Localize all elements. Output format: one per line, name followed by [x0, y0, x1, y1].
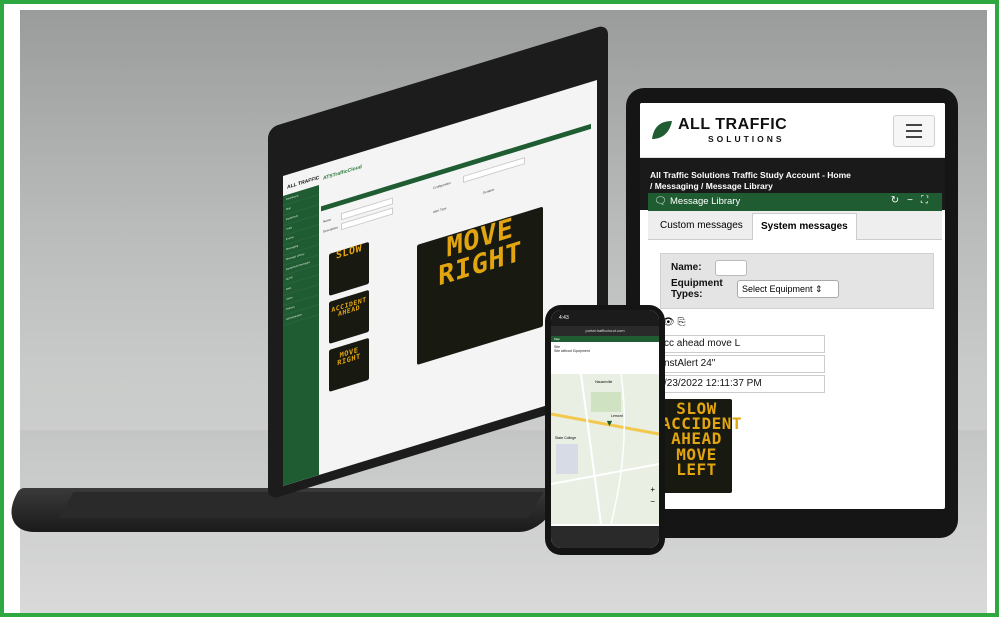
- laptop-name-label: Name: [323, 217, 332, 224]
- laptop-description-label: Description: [323, 225, 339, 234]
- panel-controls: ↻−⛶: [891, 195, 936, 206]
- minimize-icon[interactable]: −: [907, 195, 921, 206]
- message-library-panel-header: 🗨 Message Library ↻−⛶: [648, 193, 942, 211]
- message-date-cell: /23/2022 12:11:37 PM: [660, 375, 825, 393]
- phone-status-bar: 4:43: [551, 310, 659, 326]
- message-equipment-cell: nstAlert 24": [660, 355, 825, 373]
- chat-bubble-icon: 🗨: [654, 196, 667, 207]
- tablet-sign-preview: SLOW ACCIDENT AHEAD MOVE LEFT: [661, 399, 742, 493]
- tab-custom-messages[interactable]: Custom messages: [652, 213, 751, 239]
- phone-map[interactable]: Hauserville Lemont State College ▼ + −: [551, 374, 659, 524]
- laptop-sidebar: Dashboard Map Equipment Trails Events Me…: [283, 184, 319, 486]
- laptop-configuration-label: Configuration: [433, 180, 451, 191]
- tablet-brand: ALL TRAFFIC: [678, 116, 788, 133]
- filter-box: Name: Equipment Types: Select Equipment …: [660, 253, 934, 309]
- tablet-screen: ALL TRAFFIC SOLUTIONS All Traffic Soluti…: [640, 103, 945, 509]
- tablet-header: ALL TRAFFIC SOLUTIONS: [640, 103, 945, 158]
- tab-system-messages[interactable]: System messages: [752, 213, 857, 240]
- phone-url-bar[interactable]: portal.trafficcloud.com: [551, 326, 659, 336]
- message-tabs: Custom messages System messages: [648, 211, 942, 240]
- legend-site-without-equipment: Site without Equipment: [554, 349, 590, 353]
- laptop-duration-label: Duration: [483, 187, 495, 195]
- panel-title: Message Library: [670, 196, 741, 207]
- refresh-icon[interactable]: ↻: [891, 195, 907, 206]
- name-label: Name:: [671, 262, 702, 273]
- laptop-thumb-slow[interactable]: SLOW: [329, 241, 369, 296]
- map-pin-icon[interactable]: ▼: [605, 418, 614, 428]
- map-label-state-college: State College: [555, 436, 577, 440]
- laptop-keyboard-deck: [58, 492, 544, 518]
- copy-icon[interactable]: ⎘: [677, 317, 685, 328]
- hamburger-menu-button[interactable]: [893, 115, 935, 147]
- menu-bar-icon: [906, 124, 922, 126]
- breadcrumb-account[interactable]: All Traffic Solutions Traffic Study Acco…: [650, 170, 935, 181]
- map-label-hauserville: Hauserville: [595, 380, 613, 384]
- breadcrumb-path[interactable]: / Messaging / Message Library: [650, 181, 935, 192]
- message-name-cell: cc ahead move L: [660, 335, 825, 353]
- leaf-logo-icon: [652, 121, 672, 139]
- laptop-alert-type-label: Alert Type: [433, 206, 447, 215]
- phone-time: 4:43: [559, 315, 569, 321]
- map-roads: [551, 374, 659, 524]
- name-filter-input[interactable]: [715, 260, 747, 276]
- phone-browser-toolbar: [551, 526, 659, 548]
- zoom-out-icon[interactable]: −: [650, 497, 655, 506]
- menu-bar-icon: [906, 130, 922, 132]
- menu-bar-icon: [906, 136, 922, 138]
- phone-screen: 4:43 portal.trafficcloud.com Map Site Si…: [551, 310, 659, 548]
- expand-icon[interactable]: ⛶: [921, 195, 936, 206]
- laptop-sign-preview: MOVE RIGHT: [417, 206, 543, 366]
- table-actions: 👁 ⎘: [662, 317, 685, 328]
- laptop-thumb-move-right[interactable]: MOVE RIGHT: [329, 337, 369, 392]
- tablet-brand-sub: SOLUTIONS: [708, 134, 785, 144]
- equipment-select[interactable]: Select Equipment ⇕: [737, 280, 839, 298]
- equipment-types-label: Equipment Types:: [671, 278, 723, 300]
- laptop-thumb-accident[interactable]: ACCIDENT AHEAD: [329, 289, 369, 344]
- laptop-app-title: ATSTrafficCloud: [323, 163, 362, 182]
- zoom-in-icon[interactable]: +: [650, 485, 655, 494]
- phone-map-legend: Site Site without Equipment: [551, 342, 659, 372]
